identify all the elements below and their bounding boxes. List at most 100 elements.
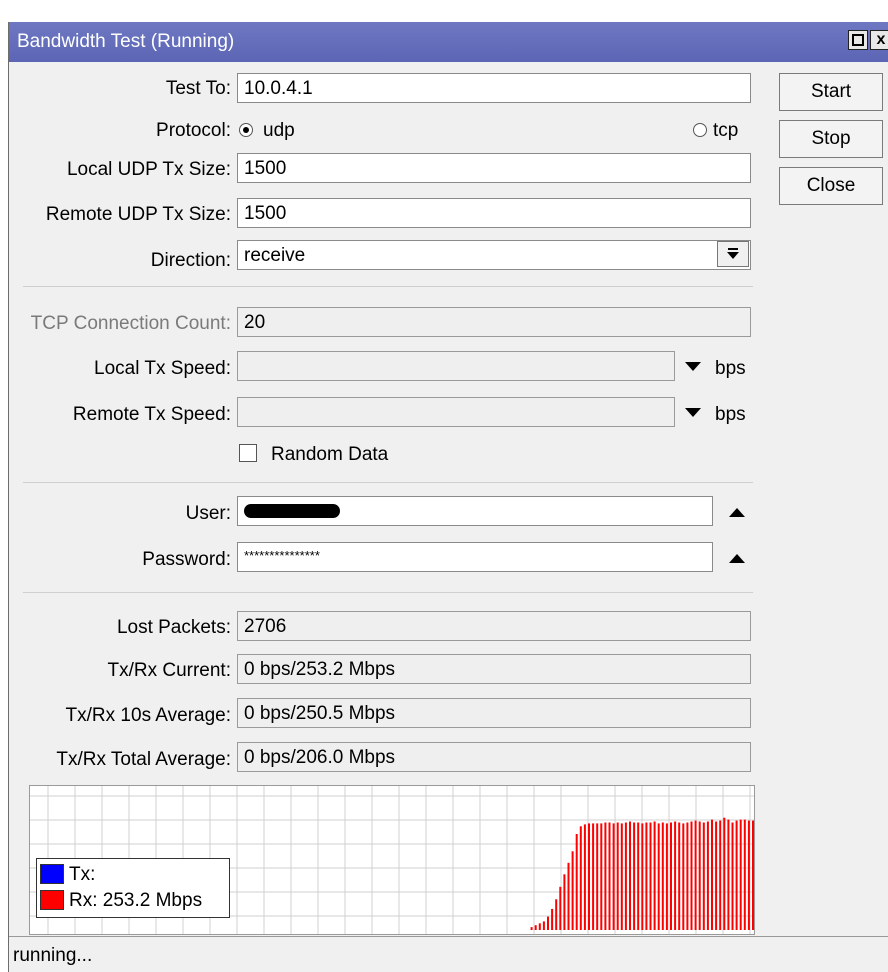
protocol-udp-radio[interactable] [239,123,253,137]
rx-bar [563,874,566,930]
rx-bar [547,916,549,930]
radio-selected-dot [243,127,249,133]
window-title: Bandwidth Test (Running) [17,31,235,52]
separator [23,592,753,593]
rx-bar [711,819,713,930]
rx-bar [674,821,677,930]
local-tx-speed-label: Local Tx Speed: [94,358,231,379]
window-close-button[interactable]: x [870,30,888,50]
rx-bar [735,820,738,930]
remote-tx-speed-unit: bps [715,404,746,425]
rx-bar [661,822,664,930]
rx-bar [633,822,636,930]
stop-button[interactable]: Stop [779,120,883,158]
rx-bar [706,821,709,930]
rx-bar [624,822,627,930]
rx-bar [538,923,541,930]
remote-tx-speed-input[interactable] [237,397,675,427]
direction-select[interactable]: receive [237,240,751,270]
rx-bar [637,822,640,930]
local-tx-speed-input[interactable] [237,351,675,381]
rx-bar [715,821,718,930]
rx-bar [723,817,726,930]
user-collapse-icon[interactable] [729,508,745,517]
rx-bar [653,821,656,930]
rx-bar [743,819,746,930]
legend-rx-label: Rx: 253.2 Mbps [69,890,203,911]
rx-bar [604,822,607,930]
remote-tx-speed-label: Remote Tx Speed: [72,404,231,425]
rx-bar [731,822,734,930]
rx-bar [583,824,586,930]
tx-rx-total-average-label: Tx/Rx Total Average: [56,749,231,770]
rx-bar [596,823,599,930]
rx-bar [694,820,697,930]
local-tx-speed-dropdown-icon[interactable] [685,362,701,371]
rx-bar [612,823,615,930]
separator [23,482,753,483]
remote-tx-speed-dropdown-icon[interactable] [685,408,701,417]
direction-dropdown-button[interactable] [717,241,749,267]
remote-udp-tx-size-input[interactable]: 1500 [237,198,751,228]
random-data-checkbox[interactable] [239,444,257,462]
tx-rx-10s-average-value: 0 bps/250.5 Mbps [237,698,751,728]
rx-bar [530,927,533,930]
protocol-tcp-label[interactable]: tcp [713,120,738,142]
separator [23,286,753,287]
close-button[interactable]: Close [779,167,883,205]
rx-bar [575,834,578,930]
rx-bar [629,821,631,930]
test-to-input[interactable]: 10.0.4.1 [237,73,751,103]
rx-bar [620,823,623,930]
rx-bar [616,822,619,930]
rx-bar [698,821,701,930]
rx-bar [608,822,611,930]
rx-bar [719,820,722,930]
direction-label: Direction: [150,250,231,271]
rx-bar [534,925,537,930]
rx-bar [645,822,648,930]
test-to-label: Test To: [165,78,231,99]
start-button[interactable]: Start [779,73,883,111]
password-collapse-icon[interactable] [729,554,745,563]
tcp-connection-count-label: TCP Connection Count: [30,313,231,334]
rx-bar [542,921,545,930]
rx-bar [592,823,595,930]
protocol-tcp-radio[interactable] [693,123,707,137]
random-data-label[interactable]: Random Data [271,444,388,466]
rx-bar [665,823,668,930]
dropdown-bar [728,248,738,250]
local-tx-speed-unit: bps [715,358,746,379]
rx-bar [649,822,652,930]
tx-rx-current-label: Tx/Rx Current: [107,660,231,681]
rx-bar [555,899,558,930]
rx-bar [747,820,750,930]
rx-color-swatch [40,890,64,910]
rx-bar [727,819,730,930]
rx-bar [571,851,574,930]
tx-rx-10s-average-label: Tx/Rx 10s Average: [65,705,231,726]
maximize-icon [852,34,864,46]
title-bar[interactable]: Bandwidth Test (Running) x [9,22,888,62]
legend-tx-label: Tx: [69,864,96,885]
rx-bar [579,826,582,930]
local-udp-tx-size-input[interactable]: 1500 [237,153,751,183]
rx-bar [567,862,570,930]
lost-packets-label: Lost Packets: [116,617,231,638]
redacted-value [244,504,340,518]
traffic-graph: Tx: Rx: 253.2 Mbps [29,785,755,935]
rx-bar [670,822,672,930]
status-bar: running... [9,936,888,972]
rx-bar [752,820,754,930]
user-input[interactable] [237,496,713,526]
rx-bar [739,819,742,930]
graph-legend: Tx: Rx: 253.2 Mbps [36,858,230,918]
rx-bar [702,822,705,930]
maximize-button[interactable] [848,30,868,50]
password-input[interactable]: *************** [237,542,713,572]
password-label: Password: [142,549,231,570]
bandwidth-test-window: Bandwidth Test (Running) x Start Stop Cl… [8,22,888,972]
protocol-udp-label[interactable]: udp [263,120,295,142]
rx-bar [682,823,685,930]
rx-bar [559,886,562,930]
